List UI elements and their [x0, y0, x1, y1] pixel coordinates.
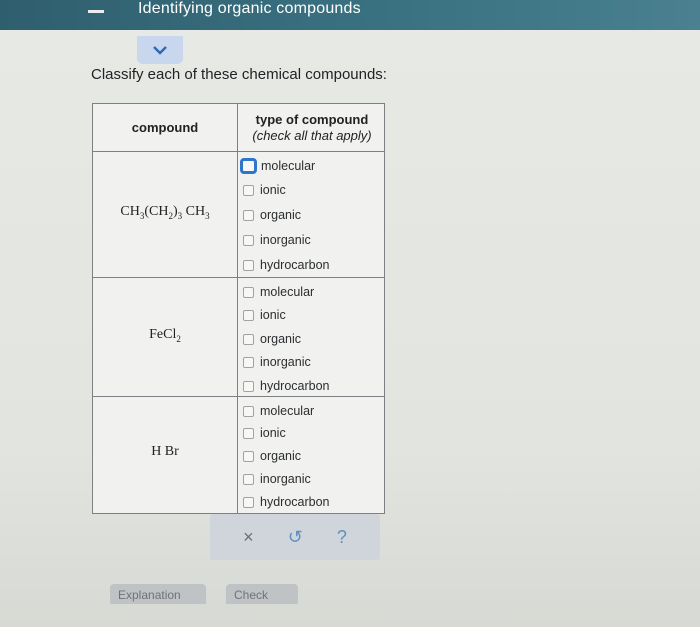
checkbox[interactable] [243, 356, 254, 368]
column-divider [237, 104, 238, 513]
option-hydrocarbon[interactable]: hydrocarbon [243, 376, 330, 396]
option-inorganic[interactable]: inorganic [243, 469, 311, 489]
checkbox[interactable] [243, 333, 254, 345]
checkbox[interactable] [240, 158, 257, 174]
option-ionic[interactable]: ionic [243, 305, 286, 325]
checkbox[interactable] [243, 450, 254, 462]
option-label: hydrocarbon [260, 495, 330, 509]
row-divider [93, 151, 384, 152]
formula-text: CH [185, 204, 206, 219]
option-hydrocarbon[interactable]: hydrocarbon [243, 492, 330, 512]
formula-text: (CH [144, 204, 169, 219]
formula-subscript: 2 [176, 333, 181, 344]
option-molecular[interactable]: molecular [243, 401, 314, 421]
option-label: hydrocarbon [260, 258, 330, 272]
formula-subscript: 3 [205, 210, 210, 221]
header-type-hint: (check all that apply) [252, 127, 372, 143]
help-button[interactable]: ? [337, 527, 347, 548]
compound-formula: CH3(CH2)3 CH3 [93, 204, 237, 221]
undo-button[interactable]: ↺ [288, 527, 303, 548]
option-label: ionic [260, 183, 286, 197]
answer-actions: × ↺ ? [210, 514, 380, 560]
option-label: inorganic [260, 355, 311, 369]
classification-table: compound type of compound (check all tha… [92, 103, 385, 514]
row-divider [93, 396, 384, 397]
instruction-text: Classify each of these chemical compound… [91, 66, 387, 83]
header-type: type of compound (check all that apply) [238, 104, 386, 151]
checkbox[interactable] [243, 405, 254, 417]
option-molecular[interactable]: molecular [243, 282, 314, 302]
option-organic[interactable]: organic [243, 329, 301, 349]
collapse-button[interactable] [137, 36, 183, 64]
checkbox[interactable] [243, 184, 254, 196]
checkbox[interactable] [243, 427, 254, 439]
compound-formula: H Br [93, 444, 237, 460]
option-label: hydrocarbon [260, 379, 330, 393]
option-label: inorganic [260, 233, 311, 247]
option-label: molecular [260, 404, 315, 418]
checkbox[interactable] [243, 473, 254, 485]
option-label: molecular [261, 159, 316, 173]
check-button[interactable]: Check [226, 584, 298, 604]
formula-subscript: 3 [177, 210, 183, 221]
page-title: Identifying organic compounds [138, 0, 361, 17]
question-area: Classify each of these chemical compound… [0, 30, 700, 627]
header-compound: compound [131, 120, 199, 135]
option-label: inorganic [260, 472, 311, 486]
checkbox[interactable] [243, 380, 254, 392]
menu-dash-icon[interactable] [88, 10, 104, 13]
option-inorganic[interactable]: inorganic [243, 352, 311, 372]
option-label: organic [260, 208, 301, 222]
chevron-down-icon [153, 46, 167, 55]
option-label: ionic [260, 426, 286, 440]
checkbox[interactable] [243, 209, 254, 221]
header-type-label: type of compound [255, 111, 369, 127]
option-label: organic [260, 449, 301, 463]
checkbox[interactable] [243, 259, 254, 271]
option-label: molecular [260, 285, 315, 299]
option-ionic[interactable]: ionic [243, 423, 286, 443]
option-label: ionic [260, 308, 286, 322]
option-molecular[interactable]: molecular [240, 156, 316, 176]
formula-text: CH [120, 204, 140, 219]
row-divider [93, 277, 384, 278]
option-inorganic[interactable]: inorganic [243, 230, 311, 250]
checkbox[interactable] [243, 234, 254, 246]
clear-button[interactable]: × [243, 527, 254, 548]
explanation-button[interactable]: Explanation [110, 584, 206, 604]
option-ionic[interactable]: ionic [243, 180, 286, 200]
option-label: organic [260, 332, 301, 346]
option-hydrocarbon[interactable]: hydrocarbon [243, 255, 330, 275]
checkbox[interactable] [243, 309, 254, 321]
compound-formula: FeCl2 [93, 327, 237, 344]
checkbox[interactable] [243, 496, 254, 508]
header-bar: Identifying organic compounds [0, 0, 700, 30]
checkbox[interactable] [243, 286, 254, 298]
formula-text: H Br [151, 444, 179, 459]
option-organic[interactable]: organic [243, 205, 301, 225]
formula-text: FeCl [149, 327, 177, 342]
option-organic[interactable]: organic [243, 446, 301, 466]
